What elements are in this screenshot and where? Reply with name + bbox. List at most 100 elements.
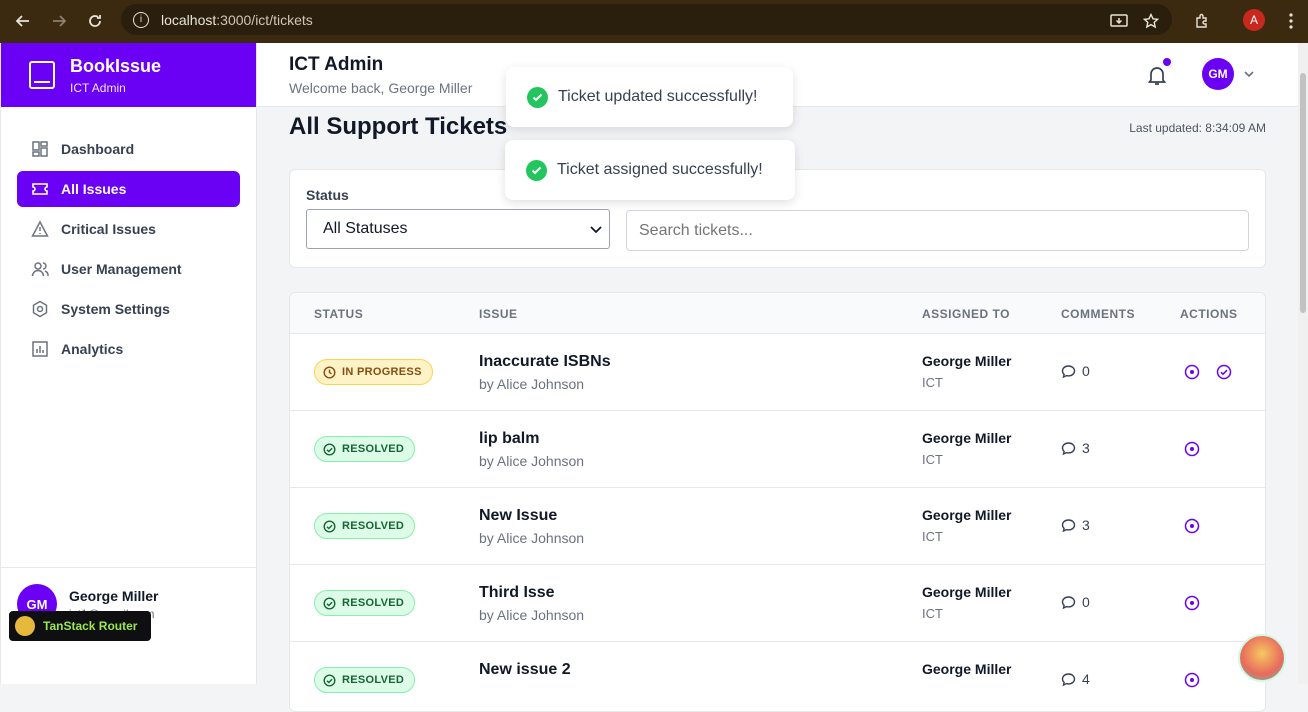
sidebar-item-label: Dashboard <box>61 141 135 157</box>
comment-count: 4 <box>1061 671 1090 687</box>
table-header: STATUS ISSUE ASSIGNED TO COMMENTS ACTION… <box>290 293 1265 334</box>
sidebar-item-label: System Settings <box>61 301 170 317</box>
comment-count: 0 <box>1061 363 1090 379</box>
status-select[interactable]: All Statuses <box>306 209 610 249</box>
brand-name: BookIssue <box>70 55 162 76</box>
sidebar-item-label: User Management <box>61 261 182 277</box>
sidebar-item-all-issues[interactable]: All Issues <box>17 171 240 207</box>
view-ticket-icon[interactable] <box>1184 672 1200 693</box>
comment-count: 0 <box>1061 594 1090 610</box>
status-badge: IN PROGRESS <box>314 359 433 385</box>
success-check-icon <box>526 159 547 181</box>
search-input[interactable] <box>626 210 1249 251</box>
assignee-name: George Miller <box>922 661 1012 677</box>
toast-message: Ticket assigned successfully! <box>557 161 763 178</box>
extensions-icon[interactable] <box>1190 9 1214 33</box>
column-header-assigned[interactable]: ASSIGNED TO <box>922 307 1010 321</box>
issue-title[interactable]: New Issue <box>479 507 557 525</box>
view-ticket-icon[interactable] <box>1184 518 1200 539</box>
table-row[interactable]: RESOLVED lip balm by Alice Johnson George M… <box>290 411 1265 488</box>
comment-count-value: 3 <box>1082 517 1090 533</box>
book-logo-icon <box>29 61 55 89</box>
tanstack-router-devtools-button[interactable]: TanStack Router <box>9 611 151 641</box>
view-ticket-icon[interactable] <box>1184 441 1200 462</box>
check-circle-icon <box>323 442 336 456</box>
sidebar-nav: Dashboard All Issues Critical Issues Use… <box>1 131 256 367</box>
chevron-down-icon[interactable] <box>1243 67 1255 85</box>
forward-icon[interactable] <box>47 9 71 33</box>
status-badge-label: RESOLVED <box>342 597 405 609</box>
table-row[interactable]: RESOLVED New Issue by Alice Johnson George … <box>290 488 1265 565</box>
page-scrollbar[interactable] <box>1298 43 1308 684</box>
sidebar-item-label: All Issues <box>61 181 127 197</box>
column-header-comments[interactable]: COMMENTS <box>1061 307 1135 321</box>
status-badge-label: RESOLVED <box>342 443 405 455</box>
column-header-status[interactable]: STATUS <box>314 307 363 321</box>
issue-author: by Alice Johnson <box>479 376 585 392</box>
issue-title[interactable]: lip balm <box>479 430 539 448</box>
comment-icon <box>1061 364 1082 379</box>
ticket-icon <box>31 180 49 198</box>
sidebar-item-analytics[interactable]: Analytics <box>17 331 240 367</box>
column-header-issue[interactable]: ISSUE <box>479 307 518 321</box>
brand-header[interactable]: BookIssue ICT Admin <box>1 43 256 107</box>
header-subtitle: Welcome back, George Miller <box>289 80 473 96</box>
success-check-icon <box>527 86 548 108</box>
view-ticket-icon[interactable] <box>1184 364 1200 385</box>
chevron-down-icon <box>589 222 603 241</box>
table-row[interactable]: RESOLVED Third Isse by Alice Johnson George… <box>290 565 1265 642</box>
settings-icon <box>31 300 49 318</box>
assignee-name: George Miller <box>922 584 1012 600</box>
view-ticket-icon[interactable] <box>1184 595 1200 616</box>
comment-count-value: 4 <box>1082 671 1090 687</box>
address-bar[interactable]: i localhost:3000/ict/tickets <box>121 4 1172 35</box>
header-avatar[interactable]: GM <box>1202 58 1234 90</box>
toast-ticket-updated[interactable]: Ticket updated successfully! <box>506 67 793 127</box>
check-circle-icon <box>323 596 336 610</box>
comment-icon <box>1061 518 1082 533</box>
header-title: ICT Admin <box>289 54 384 75</box>
sidebar-item-user-management[interactable]: User Management <box>17 251 240 287</box>
tickets-table: STATUS ISSUE ASSIGNED TO COMMENTS ACTION… <box>289 292 1266 712</box>
profile-avatar[interactable]: A <box>1243 9 1265 31</box>
issue-title[interactable]: Inaccurate ISBNs <box>479 353 611 371</box>
notification-bell-icon[interactable] <box>1145 58 1171 87</box>
comment-count: 3 <box>1061 440 1090 456</box>
toast-message: Ticket updated successfully! <box>558 88 758 105</box>
toast-ticket-assigned[interactable]: Ticket assigned successfully! <box>505 140 795 200</box>
menu-kebab-icon[interactable] <box>1279 9 1303 33</box>
status-badge-label: RESOLVED <box>342 520 405 532</box>
issue-author: by Alice Johnson <box>479 453 585 469</box>
brand-role: ICT Admin <box>70 80 126 95</box>
sidebar-item-dashboard[interactable]: Dashboard <box>17 131 240 167</box>
back-icon[interactable] <box>11 9 35 33</box>
table-row[interactable]: IN PROGRESS Inaccurate ISBNs by Alice John… <box>290 334 1265 411</box>
sidebar-item-critical-issues[interactable]: Critical Issues <box>17 211 240 247</box>
floating-assistant-button[interactable] <box>1238 634 1286 682</box>
status-badge: RESOLVED <box>314 436 416 462</box>
issue-author: by Alice Johnson <box>479 530 585 546</box>
url-host: localhost <box>161 11 217 28</box>
status-badge-label: IN PROGRESS <box>342 366 422 378</box>
sidebar: BookIssue ICT Admin Dashboard All Issues… <box>0 43 257 684</box>
bookmark-star-icon[interactable] <box>1139 9 1163 33</box>
assignee-name: George Miller <box>922 430 1012 446</box>
comment-icon <box>1061 441 1082 456</box>
reload-icon[interactable] <box>83 9 107 33</box>
status-badge-label: RESOLVED <box>342 674 405 686</box>
assign-ticket-icon[interactable] <box>1216 364 1232 385</box>
scrollbar-thumb[interactable] <box>1300 73 1306 313</box>
site-info-icon[interactable]: i <box>133 11 149 28</box>
status-badge: RESOLVED <box>314 667 416 693</box>
install-app-icon[interactable] <box>1107 9 1131 33</box>
sidebar-item-label: Analytics <box>61 341 124 357</box>
status-badge: RESOLVED <box>314 590 416 616</box>
status-filter-label: Status <box>306 187 349 203</box>
comment-count: 3 <box>1061 517 1090 533</box>
issue-title[interactable]: Third Isse <box>479 584 555 602</box>
table-row[interactable]: RESOLVED New issue 2 George Miller 4 <box>290 642 1265 711</box>
sidebar-item-system-settings[interactable]: System Settings <box>17 291 240 327</box>
assignee-department: ICT <box>922 375 943 390</box>
issue-title[interactable]: New issue 2 <box>479 661 571 679</box>
assignee-name: George Miller <box>922 507 1012 523</box>
